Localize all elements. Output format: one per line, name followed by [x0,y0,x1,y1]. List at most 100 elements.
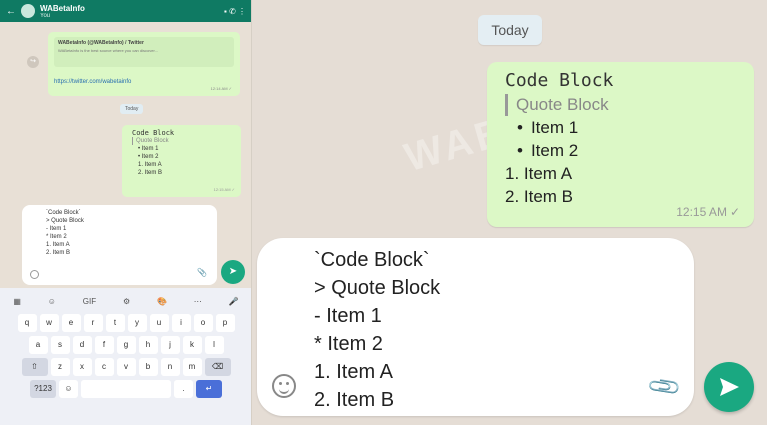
key-e[interactable]: e [61,314,81,332]
phone-screenshot-thumbnail: ← WABetaInfo You ▪ ✆ ⋮ ↪ WABetaInfo (@WA… [0,0,252,425]
key-p[interactable]: p [215,314,235,332]
key-q[interactable]: q [17,314,37,332]
message-time: 12:14 AM ✓ [210,86,232,91]
time-text: 12:15 AM [676,205,727,219]
key-u[interactable]: u [149,314,169,332]
input-line: > Quote Block [46,218,84,224]
key-h[interactable]: h [138,336,158,354]
keyboard-gif-icon[interactable]: GIF [83,297,96,306]
input-line: 1. Item A [46,242,70,248]
bullet-item: Item 1 [505,116,736,139]
code-block-text: Code Block [505,70,614,91]
bullet-item: Item 2 [505,139,736,162]
input-line: > Quote Block [314,277,441,299]
key-m[interactable]: m [182,358,202,376]
code-block-text: Code Block [132,129,175,137]
mini-message-input[interactable]: `Code Block` > Quote Block - Item 1 * It… [22,205,217,285]
back-arrow-icon[interactable]: ← [6,6,16,17]
mini-chat-title: WABetaInfo [40,3,85,13]
keyboard-apps-icon[interactable]: ▦ [13,297,21,306]
attach-icon[interactable]: 📎 [197,269,207,277]
backspace-key[interactable]: ⌫ [204,358,231,376]
emoji-icon[interactable] [272,374,296,398]
header-actions-icons[interactable]: ▪ ✆ ⋮ [224,7,246,16]
input-line: `Code Block` [314,249,430,271]
key-v[interactable]: v [116,358,136,376]
message-input[interactable]: `Code Block` > Quote Block - Item 1 * It… [257,238,694,416]
shift-key[interactable]: ⇧ [21,358,48,376]
keyboard-toolbar: ▦ ☺ GIF ⚙ 🎨 ⋯ 🎤 [0,292,251,310]
input-line: 2. Item B [314,389,395,411]
key-a[interactable]: a [28,336,48,354]
formatted-message-bubble[interactable]: Code Block Quote Block • Item 1 • Item 2… [122,125,241,197]
date-divider: Today [120,104,144,114]
key-k[interactable]: k [182,336,202,354]
key-x[interactable]: x [72,358,92,376]
message-time: 12:15 AM ✓ [676,205,740,219]
keyboard-row-4: ?123 ☺ . ↵ [4,380,248,398]
keyboard-sticker-icon[interactable]: ☺ [48,297,56,306]
input-line: `Code Block` [46,210,81,216]
mini-chat-header: ← WABetaInfo You ▪ ✆ ⋮ [0,0,251,22]
keyboard-more-icon[interactable]: ⋯ [194,297,202,306]
input-line: * Item 2 [46,234,67,240]
list-item: 1. Item A [138,162,162,168]
mini-send-button[interactable]: ➤ [221,260,245,284]
keyboard-row-1: q w e r t y u i o p [4,314,248,332]
message-input-text[interactable]: `Code Block` > Quote Block - Item 1 * It… [314,246,440,414]
input-line: - Item 1 [46,226,67,232]
key-n[interactable]: n [160,358,180,376]
key-c[interactable]: c [94,358,114,376]
key-z[interactable]: z [50,358,70,376]
space-key[interactable] [81,380,171,398]
keyboard-settings-icon[interactable]: ⚙ [123,297,130,306]
avatar[interactable] [21,4,35,18]
key-g[interactable]: g [116,336,136,354]
link-url[interactable]: https://twitter.com/wabetainfo [54,79,234,85]
input-line: 1. Item A [314,361,393,383]
emoji-icon[interactable] [30,270,39,279]
key-t[interactable]: t [105,314,125,332]
enter-key[interactable]: ↵ [196,380,222,398]
key-f[interactable]: f [94,336,114,354]
key-o[interactable]: o [193,314,213,332]
keyboard-theme-icon[interactable]: 🎨 [157,297,167,306]
quote-block-text: Quote Block [505,94,736,116]
emoji-key[interactable]: ☺ [59,380,78,398]
microphone-icon[interactable]: 🎤 [229,297,239,306]
key-l[interactable]: l [204,336,224,354]
key-s[interactable]: s [50,336,70,354]
formatted-message-bubble[interactable]: Code Block Quote Block Item 1 Item 2 1. … [487,62,754,227]
key-i[interactable]: i [171,314,191,332]
mini-chat-subtitle: You [40,12,51,19]
sent-check-icon: ✓ [729,205,740,219]
link-preview-message[interactable]: WABetaInfo (@WABetaInfo) / Twitter WABet… [48,32,240,96]
period-key[interactable]: . [174,380,193,398]
keyboard-row-2: a s d f g h j k l [4,336,248,354]
link-preview-card[interactable]: WABetaInfo (@WABetaInfo) / Twitter WABet… [54,37,234,67]
on-screen-keyboard: ▦ ☺ GIF ⚙ 🎨 ⋯ 🎤 q w e r t y u i o p a s … [0,288,251,425]
input-line: 2. Item B [46,250,71,256]
attach-icon[interactable]: 📎 [645,368,683,406]
date-divider: Today [478,15,542,45]
list-item: • Item 1 [138,146,159,152]
key-r[interactable]: r [83,314,103,332]
link-preview-description: WABetaInfo is the best source where you … [58,48,158,53]
input-line: * Item 2 [314,333,383,355]
key-d[interactable]: d [72,336,92,354]
message-time: 12:15 AM ✓ [213,187,235,192]
symbols-key[interactable]: ?123 [30,380,56,398]
send-icon [720,378,739,396]
key-j[interactable]: j [160,336,180,354]
quote-block-text: Quote Block [132,137,231,145]
keyboard-row-3: ⇧ z x c v b n m ⌫ [4,358,248,376]
forward-icon[interactable]: ↪ [27,56,39,68]
send-button[interactable] [704,362,754,412]
key-y[interactable]: y [127,314,147,332]
numbered-item: 1. Item A [505,164,573,183]
key-b[interactable]: b [138,358,158,376]
key-w[interactable]: w [39,314,59,332]
list-item: 2. Item B [138,170,163,176]
input-line: - Item 1 [314,305,382,327]
list-item: • Item 2 [138,154,159,160]
